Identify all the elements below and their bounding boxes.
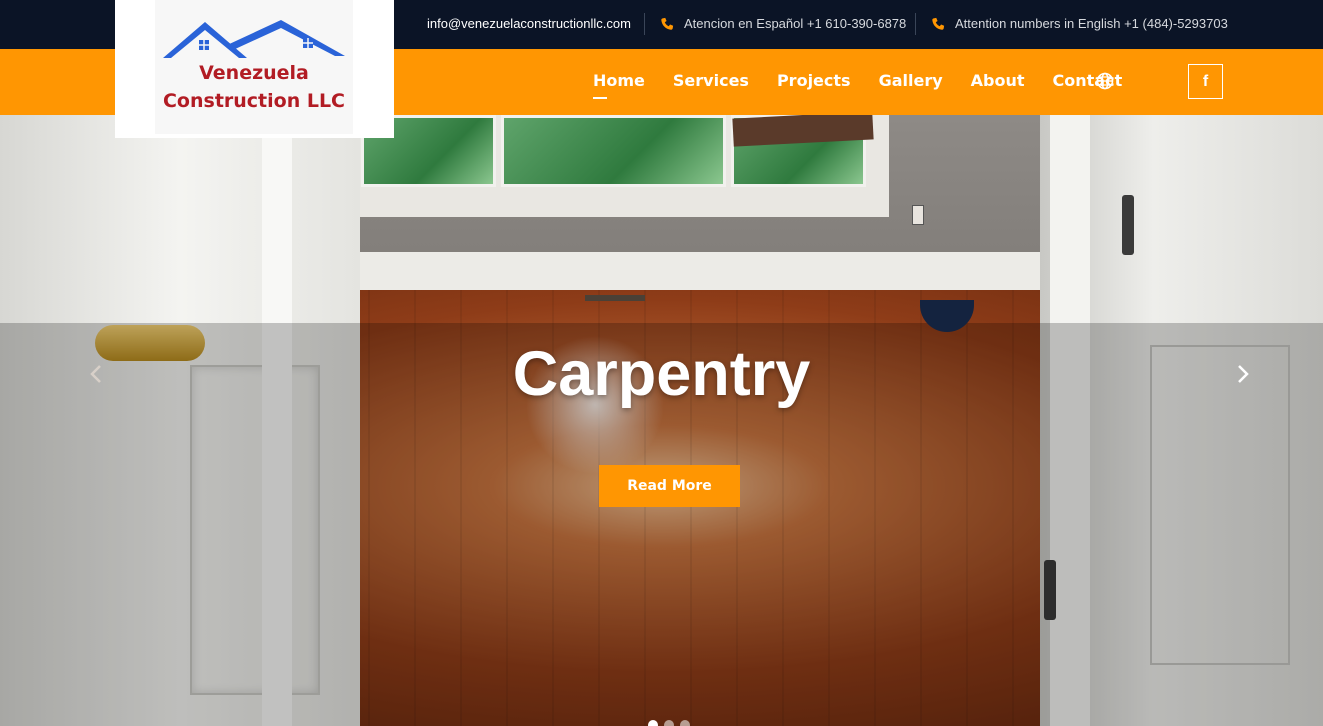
nav-services[interactable]: Services	[673, 71, 749, 90]
hero-image-window	[333, 115, 889, 217]
slider-dot-2[interactable]	[664, 720, 674, 726]
phone-english[interactable]: Attention numbers in English +1 (484)-52…	[931, 16, 1228, 31]
chevron-left-icon	[90, 365, 101, 383]
slider-dot-3[interactable]	[680, 720, 690, 726]
facebook-icon: f	[1202, 72, 1209, 90]
nav-home[interactable]: Home	[593, 71, 645, 99]
phone-icon	[661, 17, 674, 30]
facebook-button[interactable]: f	[1188, 64, 1223, 99]
email-link[interactable]: info@venezuelaconstructionllc.com	[427, 16, 631, 31]
logo-text-line2: Construction LLC	[162, 90, 346, 112]
globe-icon[interactable]	[1096, 72, 1114, 90]
hero-title: Carpentry	[512, 339, 811, 409]
nav-gallery[interactable]: Gallery	[879, 71, 943, 90]
site-logo[interactable]: Venezuela Construction LLC	[115, 0, 394, 138]
logo-text-line1: Venezuela	[199, 62, 309, 84]
chevron-right-icon	[1238, 365, 1249, 383]
phone-spanish[interactable]: Atencion en Español +1 610-390-6878	[660, 16, 906, 31]
nav-about[interactable]: About	[971, 71, 1025, 90]
main-nav: Home Services Projects Gallery About Con…	[593, 71, 1122, 99]
house-roof-icon	[163, 20, 345, 58]
slider-next-button[interactable]	[1231, 362, 1255, 386]
slider-prev-button[interactable]	[84, 362, 108, 386]
phone-icon	[932, 17, 945, 30]
logo-inner: Venezuela Construction LLC	[155, 0, 353, 134]
phone-english-label: Attention numbers in English +1 (484)-52…	[955, 16, 1228, 31]
read-more-button[interactable]: Read More	[599, 465, 740, 507]
phone-spanish-label: Atencion en Español +1 610-390-6878	[684, 16, 907, 31]
divider	[915, 13, 916, 35]
slider-dots	[648, 720, 690, 726]
nav-projects[interactable]: Projects	[777, 71, 851, 90]
hero-slider: Carpentry Read More	[0, 115, 1323, 726]
divider	[644, 13, 645, 35]
slider-dot-1[interactable]	[648, 720, 658, 726]
